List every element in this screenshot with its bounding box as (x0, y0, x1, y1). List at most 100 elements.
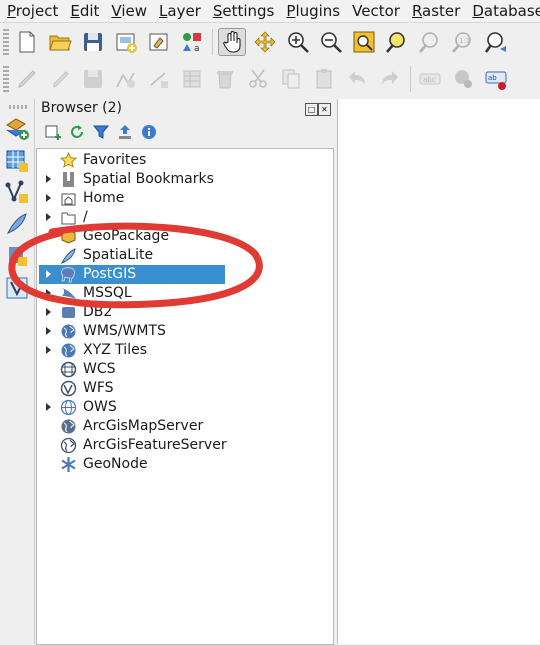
menu-database[interactable]: Database (466, 0, 540, 22)
tree-item-root[interactable]: / (37, 208, 333, 227)
tree-item-mssql[interactable]: MSSQL (37, 284, 333, 303)
menu-project[interactable]: Project (0, 0, 64, 22)
label-toolbar-icon[interactable]: ab (482, 65, 510, 93)
new-print-layout-icon[interactable] (112, 28, 140, 56)
expand-arrow-icon[interactable] (46, 403, 51, 411)
tree-item-wcs[interactable]: WCS (37, 360, 333, 379)
filter-icon[interactable] (92, 123, 110, 141)
tree-item-spatialite[interactable]: SpatiaLite (37, 246, 333, 265)
spatialite-feather-icon (60, 247, 77, 264)
menu-layer[interactable]: Layer (153, 0, 207, 22)
tree-item-spatial-bookmarks[interactable]: Spatial Bookmarks (37, 170, 333, 189)
tree-item-home[interactable]: Home (37, 189, 333, 208)
tree-item-postgis[interactable]: PostGIS (37, 265, 333, 284)
menu-vector[interactable]: Vector (346, 0, 406, 22)
tree-item-favorites[interactable]: Favorites (37, 151, 333, 170)
menu-raster[interactable]: Raster (406, 0, 466, 22)
new-project-icon[interactable] (13, 28, 41, 56)
info-icon[interactable] (140, 123, 158, 141)
tree-item-xyz-tiles[interactable]: XYZ Tiles (37, 341, 333, 360)
svg-text:ab: ab (488, 74, 497, 82)
tree-item-wms-wmts[interactable]: WMS/WMTS (37, 322, 333, 341)
zoom-out-icon[interactable] (317, 28, 345, 56)
tree-item-label: WMS/WMTS (83, 323, 166, 339)
expand-arrow-icon[interactable] (46, 308, 51, 316)
expand-arrow-icon[interactable] (46, 346, 51, 354)
tree-item-label: GeoNode (83, 456, 148, 472)
zoom-to-selection-icon[interactable] (383, 28, 411, 56)
toolbar-grip[interactable] (9, 105, 27, 109)
toolbar-grip[interactable] (3, 66, 9, 92)
zoom-last-icon[interactable] (482, 28, 510, 56)
add-vector-layer-icon[interactable] (4, 115, 30, 141)
map-canvas[interactable] (337, 99, 540, 644)
browser-panel-title: Browser (2) (41, 100, 123, 116)
pan-hand-icon[interactable] (218, 28, 246, 56)
menu-view[interactable]: View (105, 0, 153, 22)
svg-text:a: a (194, 44, 200, 54)
tree-item-wfs[interactable]: WFS (37, 379, 333, 398)
tree-item-label: / (83, 209, 88, 225)
tree-item-arcgis-mapserver[interactable]: ArcGisMapServer (37, 417, 333, 436)
toolbar-grip[interactable] (3, 29, 9, 55)
pan-to-selection-icon[interactable] (251, 28, 279, 56)
add-spatialite-layer-icon[interactable] (4, 211, 30, 237)
expand-arrow-icon[interactable] (46, 289, 51, 297)
menu-edit[interactable]: Edit (64, 0, 105, 22)
collapse-all-icon[interactable] (116, 123, 134, 141)
postgis-elephant-icon (60, 266, 77, 283)
expand-arrow-icon[interactable] (46, 213, 51, 221)
folder-icon (60, 209, 77, 226)
modify-attributes-icon[interactable] (178, 65, 206, 93)
refresh-icon[interactable] (68, 123, 86, 141)
toggle-editing-icon[interactable] (13, 65, 41, 93)
cut-features-icon[interactable] (244, 65, 272, 93)
toolbar-separator (410, 66, 411, 92)
style-manager-icon[interactable]: a (178, 28, 206, 56)
zoom-in-icon[interactable] (284, 28, 312, 56)
expand-arrow-icon[interactable] (46, 270, 51, 278)
add-postgis-layer-icon[interactable] (4, 243, 30, 269)
tree-item-db2[interactable]: DB2 (37, 303, 333, 322)
menu-settings[interactable]: Settings (207, 0, 281, 22)
add-virtual-layer-icon[interactable] (4, 275, 30, 301)
zoom-native-icon[interactable]: 1:1 (449, 28, 477, 56)
add-raster-layer-icon[interactable] (4, 148, 30, 174)
mssql-icon (60, 285, 77, 302)
open-project-icon[interactable] (46, 28, 74, 56)
add-delimited-text-icon[interactable] (4, 179, 30, 205)
close-panel-icon[interactable]: ✕ (318, 103, 331, 116)
add-layer-icon[interactable] (44, 123, 62, 141)
vertex-tool-icon[interactable] (145, 65, 173, 93)
browser-tree[interactable]: Favorites Spatial Bookmarks Home / GeoPa… (36, 148, 334, 645)
expand-arrow-icon[interactable] (46, 327, 51, 335)
expand-arrow-icon[interactable] (46, 194, 51, 202)
expand-arrow-icon[interactable] (46, 175, 51, 183)
layout-manager-icon[interactable] (145, 28, 173, 56)
tree-item-label: Favorites (83, 152, 147, 168)
tree-item-label: GeoPackage (83, 228, 170, 244)
copy-features-icon[interactable] (277, 65, 305, 93)
save-edits-icon[interactable] (79, 65, 107, 93)
svg-text:abc: abc (423, 76, 436, 84)
digitize-icon[interactable] (112, 65, 140, 93)
tree-item-ows[interactable]: OWS (37, 398, 333, 417)
current-edits-icon[interactable] (46, 65, 74, 93)
label-pin-icon[interactable] (449, 65, 477, 93)
redo-icon[interactable] (376, 65, 404, 93)
save-project-icon[interactable] (79, 28, 107, 56)
undo-icon[interactable] (343, 65, 371, 93)
tree-item-geonode[interactable]: GeoNode (37, 455, 333, 474)
svg-text:1:1: 1:1 (459, 37, 470, 45)
label-abc-icon[interactable]: abc (416, 65, 444, 93)
delete-selected-icon[interactable] (211, 65, 239, 93)
menu-plugins[interactable]: Plugins (280, 0, 346, 22)
float-panel-icon[interactable]: □ (305, 103, 318, 116)
globe-icon (60, 323, 77, 340)
tree-item-arcgis-featureserver[interactable]: ArcGisFeatureServer (37, 436, 333, 455)
paste-features-icon[interactable] (310, 65, 338, 93)
geonode-icon (60, 456, 77, 473)
tree-item-geopackage[interactable]: GeoPackage (37, 227, 333, 246)
zoom-to-layer-icon[interactable] (416, 28, 444, 56)
zoom-full-icon[interactable] (350, 28, 378, 56)
